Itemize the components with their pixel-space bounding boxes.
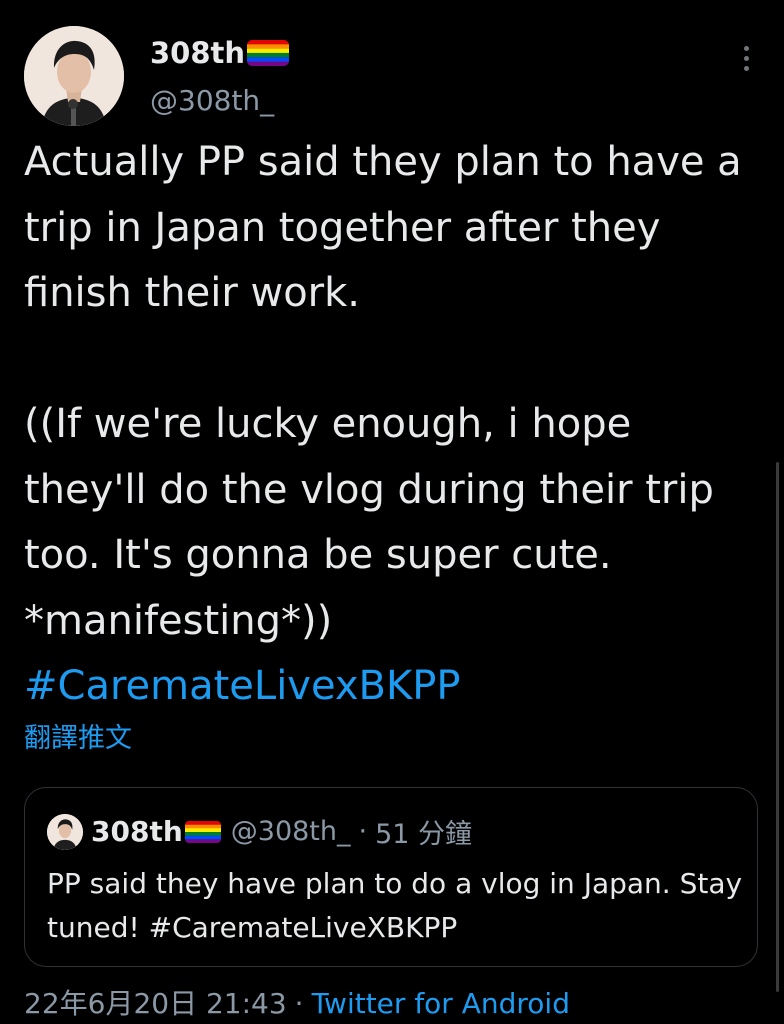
tweet-footer: 22年6月20日 21:43 · Twitter for Android <box>24 982 570 1022</box>
hashtag-link[interactable]: #CaremateLivexBKPP <box>24 663 460 709</box>
quoted-tweet-time: 51 分鐘 <box>375 819 473 850</box>
rainbow-flag-icon <box>247 40 290 66</box>
tweet-text: Actually PP said they plan to have a tri… <box>24 130 744 720</box>
quoted-author-name: 308th <box>91 815 183 848</box>
scrollbar[interactable] <box>776 462 779 992</box>
quoted-tweet-text: PP said they have plan to do a vlog in J… <box>47 862 747 950</box>
profile-photo-icon <box>24 26 124 126</box>
quoted-tweet-card[interactable]: 308th @308th_ · 51 分鐘 PP said they have … <box>24 787 758 967</box>
author-name-row: 308th <box>150 36 290 70</box>
source-link[interactable]: Twitter for Android <box>312 987 570 1020</box>
rainbow-flag-icon <box>184 820 221 843</box>
author-display-name[interactable]: 308th <box>150 36 245 70</box>
tweet-body: Actually PP said they plan to have a tri… <box>24 139 742 644</box>
quoted-tweet-header: 308th @308th_ · 51 分鐘 <box>47 812 472 851</box>
tweet-timestamp[interactable]: 22年6月20日 21:43 <box>24 987 287 1020</box>
tweet-header: 308th @308th_ <box>24 22 764 128</box>
profile-photo-icon <box>47 813 83 850</box>
more-options-icon[interactable] <box>732 38 760 78</box>
author-handle[interactable]: @308th_ <box>150 84 274 117</box>
quoted-author-handle: @308th_ <box>230 816 351 847</box>
translate-tweet-link[interactable]: 翻譯推文 <box>24 716 132 755</box>
author-avatar[interactable] <box>24 26 124 126</box>
separator-dot: · <box>294 987 304 1020</box>
quoted-hashtag: #CaremateLiveXBKPP <box>148 911 458 944</box>
separator-dot: · <box>358 816 368 847</box>
quoted-author-avatar <box>47 813 83 850</box>
